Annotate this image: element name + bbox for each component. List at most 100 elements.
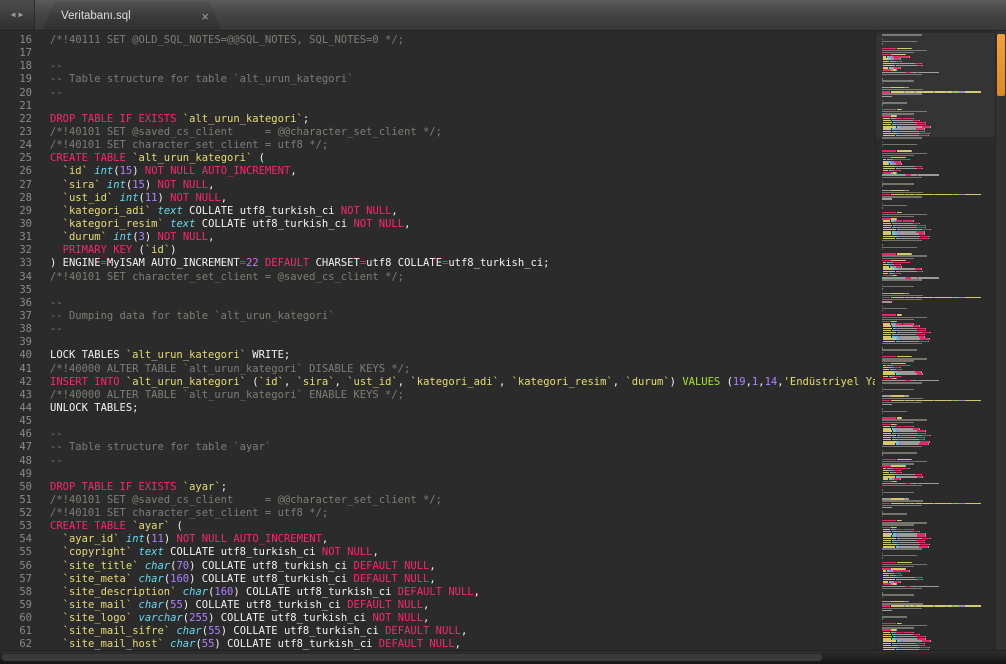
line-number[interactable]: 36 xyxy=(0,297,32,310)
line-number[interactable]: 30 xyxy=(0,218,32,231)
code-line[interactable]: 48-- xyxy=(0,455,875,468)
code-line[interactable]: 35 xyxy=(0,284,875,297)
code-line[interactable]: 52/*!40101 SET character_set_client = ut… xyxy=(0,507,875,520)
line-number[interactable]: 27 xyxy=(0,179,32,192)
line-number[interactable]: 48 xyxy=(0,455,32,468)
horizontal-scrollbar[interactable] xyxy=(0,650,1006,664)
line-number[interactable]: 28 xyxy=(0,192,32,205)
tab-scroll-left-icon[interactable]: ◀ xyxy=(11,11,16,19)
line-number[interactable]: 58 xyxy=(0,586,32,599)
line-number[interactable]: 17 xyxy=(0,47,32,60)
line-number[interactable]: 24 xyxy=(0,139,32,152)
line-number[interactable]: 38 xyxy=(0,323,32,336)
tab-scroll-right-icon[interactable]: ▶ xyxy=(19,11,24,19)
code-line[interactable]: 56 `site_title` char(70) COLLATE utf8_tu… xyxy=(0,560,875,573)
line-number[interactable]: 26 xyxy=(0,165,32,178)
tab-veritabani-sql[interactable]: Veritabanı.sql × xyxy=(43,2,221,30)
code-line[interactable]: 47-- Table structure for table `ayar` xyxy=(0,441,875,454)
code-line[interactable]: 40LOCK TABLES `alt_urun_kategori` WRITE; xyxy=(0,349,875,362)
code-line[interactable]: 59 `site_mail` char(55) COLLATE utf8_tur… xyxy=(0,599,875,612)
vertical-scrollbar[interactable] xyxy=(995,31,1006,651)
code-line[interactable]: 46-- xyxy=(0,428,875,441)
code-line[interactable]: 24/*!40101 SET character_set_client = ut… xyxy=(0,139,875,152)
line-number[interactable]: 61 xyxy=(0,625,32,638)
line-number[interactable]: 31 xyxy=(0,231,32,244)
code-line[interactable]: 23/*!40101 SET @saved_cs_client = @@char… xyxy=(0,126,875,139)
code-line[interactable]: 42INSERT INTO `alt_urun_kategori` (`id`,… xyxy=(0,376,875,389)
line-number[interactable]: 51 xyxy=(0,494,32,507)
code-line[interactable]: 54 `ayar_id` int(11) NOT NULL AUTO_INCRE… xyxy=(0,533,875,546)
code-line[interactable]: 28 `ust_id` int(11) NOT NULL, xyxy=(0,192,875,205)
code-line[interactable]: 32 PRIMARY KEY (`id`) xyxy=(0,244,875,257)
code-line[interactable]: 36-- xyxy=(0,297,875,310)
code-line[interactable]: 20-- xyxy=(0,87,875,100)
code-line[interactable]: 51/*!40101 SET @saved_cs_client = @@char… xyxy=(0,494,875,507)
line-number[interactable]: 25 xyxy=(0,152,32,165)
code-line[interactable]: 21 xyxy=(0,100,875,113)
line-number[interactable]: 57 xyxy=(0,573,32,586)
code-line[interactable]: 25CREATE TABLE `alt_urun_kategori` ( xyxy=(0,152,875,165)
vertical-scrollbar-thumb[interactable] xyxy=(997,34,1005,96)
line-number[interactable]: 34 xyxy=(0,271,32,284)
line-number[interactable]: 23 xyxy=(0,126,32,139)
line-number[interactable]: 53 xyxy=(0,520,32,533)
minimap[interactable] xyxy=(875,31,996,651)
line-number[interactable]: 16 xyxy=(0,34,32,47)
line-number[interactable]: 47 xyxy=(0,441,32,454)
line-number[interactable]: 18 xyxy=(0,60,32,73)
line-number[interactable]: 22 xyxy=(0,113,32,126)
line-number[interactable]: 37 xyxy=(0,310,32,323)
code-line[interactable]: 34/*!40101 SET character_set_client = @s… xyxy=(0,271,875,284)
code-line[interactable]: 39 xyxy=(0,336,875,349)
line-number[interactable]: 60 xyxy=(0,612,32,625)
line-number[interactable]: 21 xyxy=(0,100,32,113)
code-line[interactable]: 38-- xyxy=(0,323,875,336)
line-number[interactable]: 45 xyxy=(0,415,32,428)
tab-close-icon[interactable]: × xyxy=(201,9,209,24)
line-number[interactable]: 46 xyxy=(0,428,32,441)
line-number[interactable]: 35 xyxy=(0,284,32,297)
code-line[interactable]: 55 `copyright` text COLLATE utf8_turkish… xyxy=(0,546,875,559)
code-line[interactable]: 43/*!40000 ALTER TABLE `alt_urun_kategor… xyxy=(0,389,875,402)
line-number[interactable]: 40 xyxy=(0,349,32,362)
line-number[interactable]: 44 xyxy=(0,402,32,415)
code-line[interactable]: 26 `id` int(15) NOT NULL AUTO_INCREMENT, xyxy=(0,165,875,178)
code-line[interactable]: 37-- Dumping data for table `alt_urun_ka… xyxy=(0,310,875,323)
code-line[interactable]: 31 `durum` int(3) NOT NULL, xyxy=(0,231,875,244)
code-line[interactable]: 18-- xyxy=(0,60,875,73)
code-line[interactable]: 16/*!40111 SET @OLD_SQL_NOTES=@@SQL_NOTE… xyxy=(0,34,875,47)
code-line[interactable]: 49 xyxy=(0,468,875,481)
code-line[interactable]: 27 `sira` int(15) NOT NULL, xyxy=(0,179,875,192)
line-number[interactable]: 33 xyxy=(0,257,32,270)
line-number[interactable]: 50 xyxy=(0,481,32,494)
code-line[interactable]: 45 xyxy=(0,415,875,428)
line-number[interactable]: 55 xyxy=(0,546,32,559)
code-line[interactable]: 57 `site_meta` char(160) COLLATE utf8_tu… xyxy=(0,573,875,586)
code-line[interactable]: 33) ENGINE=MyISAM AUTO_INCREMENT=22 DEFA… xyxy=(0,257,875,270)
code-line[interactable]: 19-- Table structure for table `alt_urun… xyxy=(0,73,875,86)
code-line[interactable]: 44UNLOCK TABLES; xyxy=(0,402,875,415)
line-number[interactable]: 41 xyxy=(0,363,32,376)
code-line[interactable]: 61 `site_mail_sifre` char(55) COLLATE ut… xyxy=(0,625,875,638)
horizontal-scrollbar-thumb[interactable] xyxy=(2,654,822,661)
line-number[interactable]: 19 xyxy=(0,73,32,86)
code-line[interactable]: 41/*!40000 ALTER TABLE `alt_urun_kategor… xyxy=(0,363,875,376)
line-number[interactable]: 43 xyxy=(0,389,32,402)
line-number[interactable]: 54 xyxy=(0,533,32,546)
line-number[interactable]: 56 xyxy=(0,560,32,573)
line-number[interactable]: 42 xyxy=(0,376,32,389)
code-line[interactable]: 60 `site_logo` varchar(255) COLLATE utf8… xyxy=(0,612,875,625)
code-line[interactable]: 22DROP TABLE IF EXISTS `alt_urun_kategor… xyxy=(0,113,875,126)
line-number[interactable]: 52 xyxy=(0,507,32,520)
code-line[interactable]: 30 `kategori_resim` text COLLATE utf8_tu… xyxy=(0,218,875,231)
code-line[interactable]: 17 xyxy=(0,47,875,60)
line-number[interactable]: 59 xyxy=(0,599,32,612)
code-line[interactable]: 29 `kategori_adi` text COLLATE utf8_turk… xyxy=(0,205,875,218)
line-number[interactable]: 29 xyxy=(0,205,32,218)
code-line[interactable]: 50DROP TABLE IF EXISTS `ayar`; xyxy=(0,481,875,494)
line-number[interactable]: 20 xyxy=(0,87,32,100)
code-line[interactable]: 53CREATE TABLE `ayar` ( xyxy=(0,520,875,533)
line-number[interactable]: 49 xyxy=(0,468,32,481)
line-number[interactable]: 32 xyxy=(0,244,32,257)
code-editor[interactable]: 16/*!40111 SET @OLD_SQL_NOTES=@@SQL_NOTE… xyxy=(0,31,875,651)
